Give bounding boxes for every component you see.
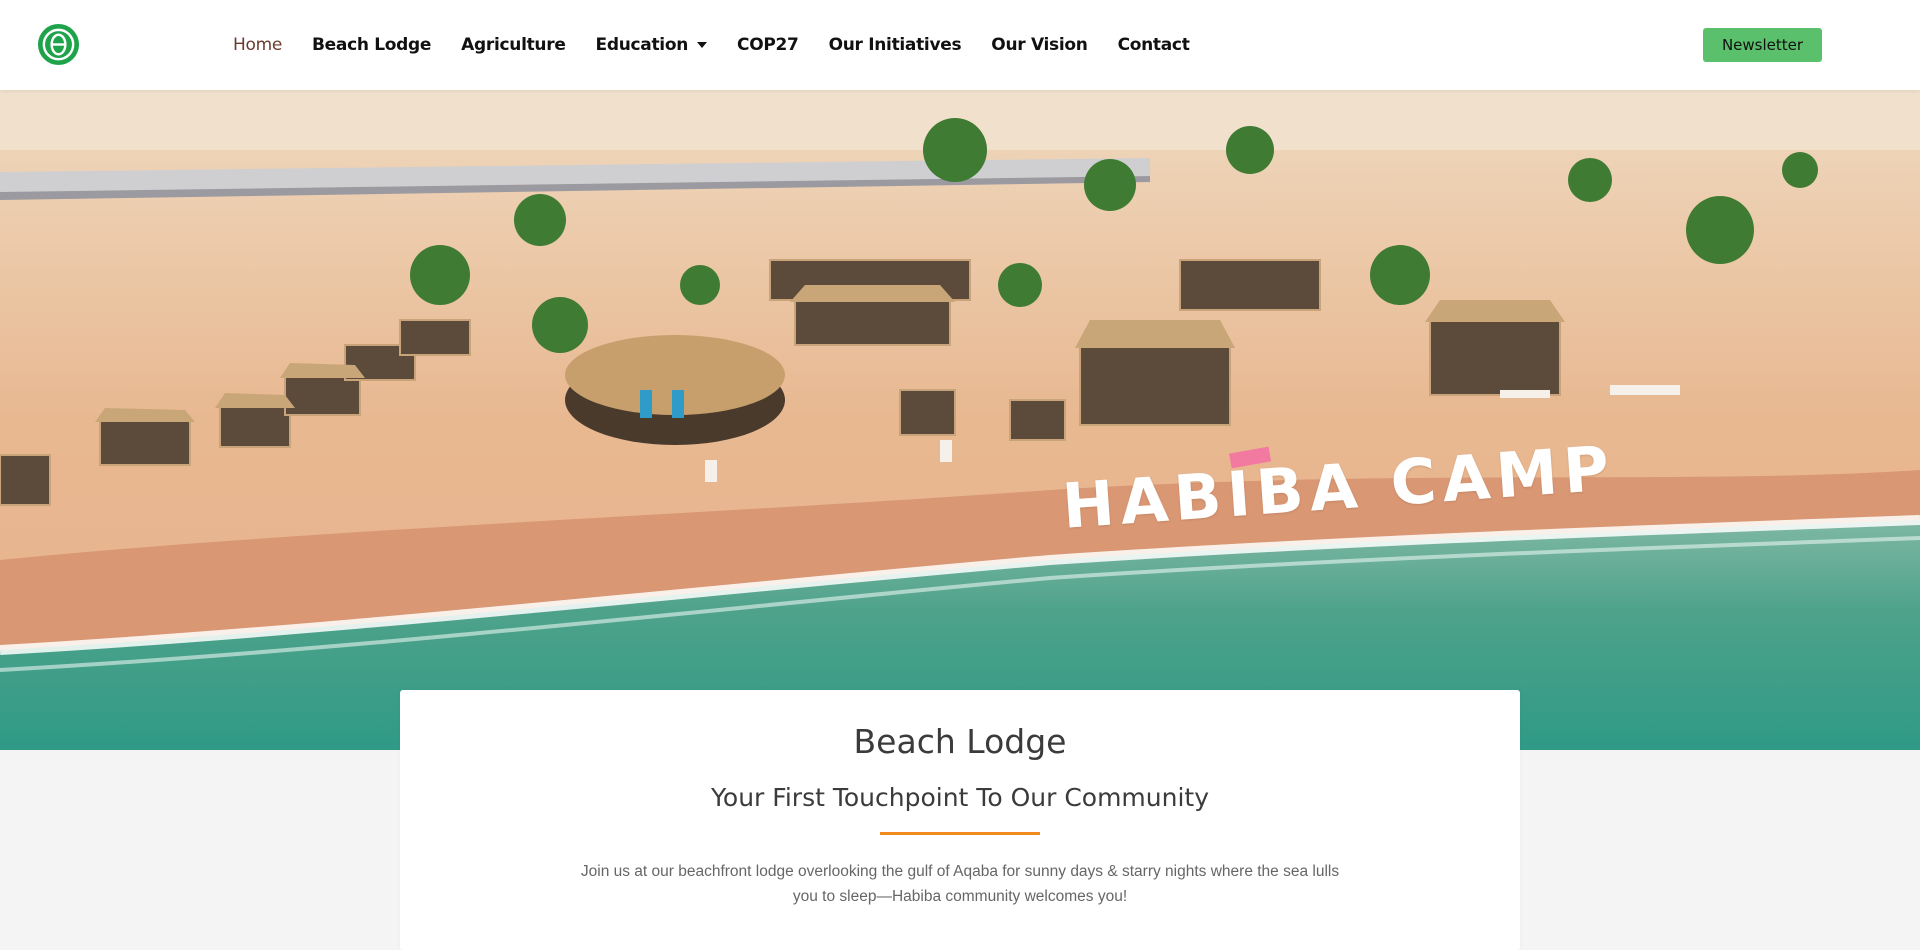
caret-down-icon: [697, 42, 708, 48]
page-title: Beach Lodge: [853, 722, 1067, 761]
hero-image: HABIBA CAMP: [0, 90, 1920, 750]
main-nav: Home Beach Lodge Agriculture Education C…: [218, 0, 1205, 90]
habiba-logo-icon[interactable]: [37, 23, 80, 66]
newsletter-button[interactable]: Newsletter: [1703, 28, 1822, 62]
page-subtitle: Your First Touchpoint To Our Community: [710, 783, 1210, 812]
nav-our-vision[interactable]: Our Vision: [991, 35, 1088, 55]
nav-agriculture[interactable]: Agriculture: [461, 35, 566, 55]
nav-our-initiatives[interactable]: Our Initiatives: [829, 35, 962, 55]
beach-camp-illustration: [0, 90, 1920, 750]
nav-cop27[interactable]: COP27: [737, 35, 799, 55]
nav-education-label: Education: [595, 35, 689, 55]
nav-home[interactable]: Home: [233, 35, 282, 55]
nav-education[interactable]: Education: [595, 35, 708, 55]
intro-paragraph: Join us at our beachfront lodge overlook…: [580, 863, 1340, 905]
nav-contact[interactable]: Contact: [1118, 35, 1190, 55]
title-divider: [880, 832, 1040, 835]
site-header: Home Beach Lodge Agriculture Education C…: [0, 0, 1920, 90]
intro-card: Beach Lodge Your First Touchpoint To Our…: [400, 690, 1520, 950]
nav-beach-lodge[interactable]: Beach Lodge: [312, 35, 431, 55]
